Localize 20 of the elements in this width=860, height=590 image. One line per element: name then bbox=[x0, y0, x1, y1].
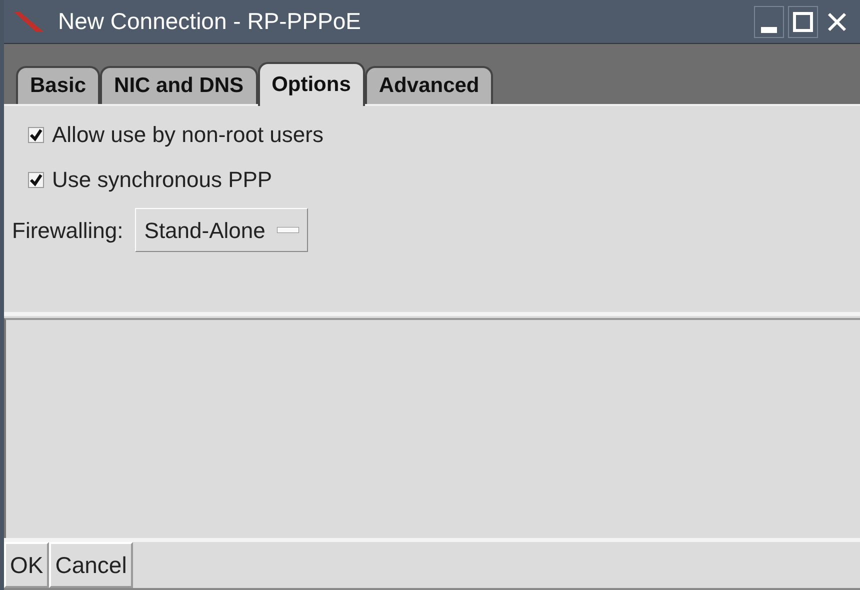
window-title: New Connection - RP-PPPoE bbox=[58, 7, 362, 36]
minimize-button[interactable] bbox=[754, 6, 784, 38]
firewalling-label: Firewalling: bbox=[12, 216, 124, 245]
checkbox[interactable] bbox=[28, 172, 44, 188]
minimize-icon bbox=[761, 26, 777, 32]
option-menu-indicator-icon bbox=[277, 227, 300, 233]
maximize-icon bbox=[793, 12, 813, 32]
tab[interactable]: NIC and DNS bbox=[100, 66, 258, 104]
firewalling-dropdown[interactable]: Stand-Alone bbox=[135, 208, 308, 252]
checkbox[interactable] bbox=[28, 126, 44, 142]
dialog-button[interactable]: Cancel bbox=[49, 542, 133, 588]
dialog-button[interactable]: OK bbox=[4, 542, 50, 588]
maximize-button[interactable] bbox=[788, 6, 818, 38]
checkbox-label: Allow use by non-root users bbox=[52, 121, 324, 149]
tab[interactable]: Basic bbox=[16, 66, 100, 104]
close-icon bbox=[827, 12, 847, 32]
tab[interactable]: Options bbox=[258, 62, 365, 106]
checkbox-label: Use synchronous PPP bbox=[52, 166, 272, 194]
app-logo-icon bbox=[12, 10, 46, 34]
tab[interactable]: Advanced bbox=[364, 66, 494, 104]
